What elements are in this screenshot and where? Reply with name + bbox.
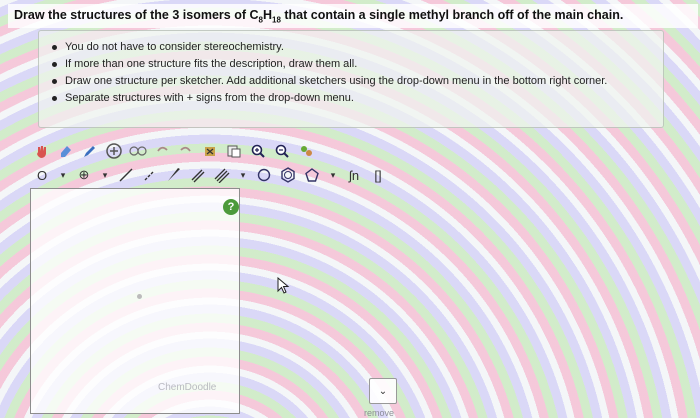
chevron-down-icon[interactable]: ▾: [326, 165, 340, 185]
question-text: Draw the structures of the 3 isomers of …: [8, 4, 698, 28]
hydrogen-subscript: 18: [272, 15, 281, 25]
double-bond-icon[interactable]: [188, 165, 208, 185]
instruction-item: Separate structures with + signs from th…: [51, 92, 653, 104]
chevron-down-icon[interactable]: ▾: [56, 165, 70, 185]
chevron-down-icon: ⌄: [378, 385, 388, 397]
chevron-down-icon[interactable]: ▾: [98, 165, 112, 185]
zoom-out-icon[interactable]: [272, 141, 292, 161]
canvas-dot: [137, 294, 142, 299]
redo-icon[interactable]: [176, 141, 196, 161]
eraser-icon[interactable]: [56, 141, 76, 161]
mouse-cursor-icon: [277, 277, 290, 294]
triple-bond-icon[interactable]: [212, 165, 232, 185]
sketcher-toolbar-top: [32, 140, 316, 162]
element-selector[interactable]: O: [32, 165, 52, 185]
template-icon[interactable]: [128, 141, 148, 161]
hand-icon[interactable]: [32, 141, 52, 161]
single-bond-icon[interactable]: [116, 165, 136, 185]
pentagon-icon[interactable]: [302, 165, 322, 185]
instruction-item: Draw one structure per sketcher. Add add…: [51, 75, 653, 87]
benzene-icon[interactable]: [278, 165, 298, 185]
instructions-panel: You do not have to consider stereochemis…: [38, 30, 664, 128]
bracket-tool[interactable]: []: [368, 165, 388, 185]
clear-icon[interactable]: [200, 141, 220, 161]
instruction-item: If more than one structure fits the desc…: [51, 58, 653, 70]
question-h: H: [262, 8, 272, 22]
wedge-bond-icon[interactable]: [164, 165, 184, 185]
chain-tool[interactable]: ʃn: [344, 165, 364, 185]
sketcher-toolbar-bottom: O ▾ ⊕ ▾ ▾ ▾ ʃn []: [32, 164, 388, 186]
undo-icon[interactable]: [152, 141, 172, 161]
help-icon[interactable]: ?: [223, 199, 239, 215]
chevron-down-icon[interactable]: ▾: [236, 165, 250, 185]
question-suffix: that contain a single methyl branch off …: [280, 8, 624, 22]
question-prefix: Draw the structures of the 3 isomers of …: [14, 8, 259, 22]
zoom-in-icon[interactable]: [248, 141, 268, 161]
remove-link[interactable]: remove: [364, 408, 394, 418]
drawing-canvas[interactable]: ?: [30, 188, 240, 414]
sketcher-options-dropdown[interactable]: ⌄: [369, 378, 397, 404]
pencil-icon[interactable]: [80, 141, 100, 161]
copy-icon[interactable]: [224, 141, 244, 161]
instruction-item: You do not have to consider stereochemis…: [51, 41, 653, 53]
ring-small-icon[interactable]: [254, 165, 274, 185]
chemdoodle-watermark: ChemDoodle: [158, 382, 217, 393]
hash-bond-icon[interactable]: [140, 165, 160, 185]
charge-selector[interactable]: ⊕: [74, 165, 94, 185]
settings-icon[interactable]: [296, 141, 316, 161]
instructions-list: You do not have to consider stereochemis…: [51, 41, 653, 104]
chemdoodle-sketcher: O ▾ ⊕ ▾ ▾ ▾ ʃn [] ? ChemDoodle: [22, 136, 412, 418]
ring-plus-icon[interactable]: [104, 141, 124, 161]
